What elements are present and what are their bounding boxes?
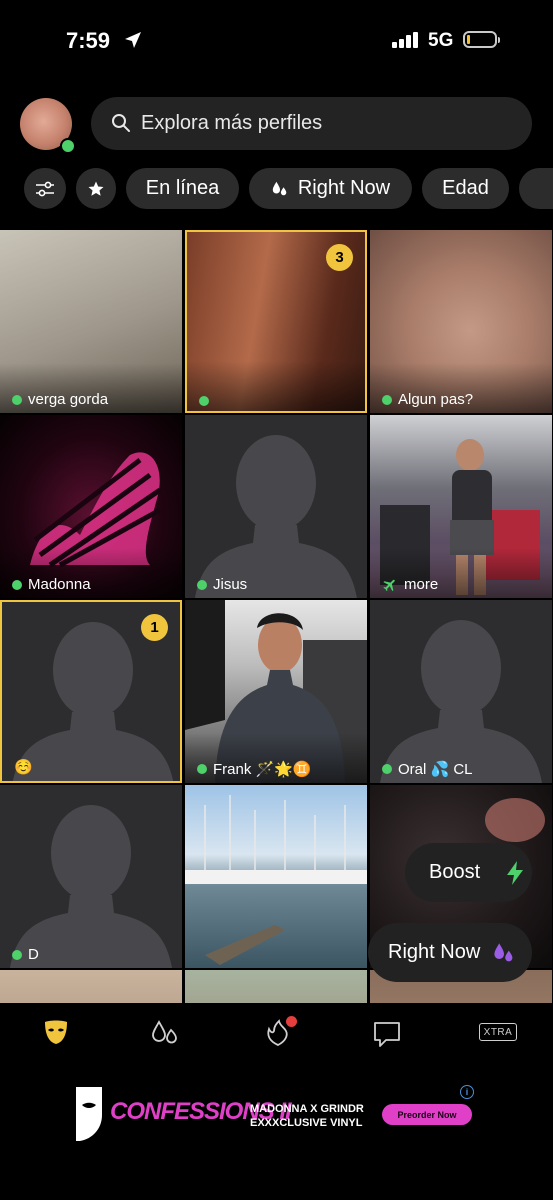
ad-cta-label: Preorder Now: [397, 1109, 457, 1120]
profile-label: [199, 396, 215, 406]
profile-name: Algun pas?: [398, 391, 474, 408]
online-indicator: [12, 949, 22, 960]
online-indicator: [199, 396, 209, 406]
profile-label: Jisus: [197, 576, 247, 593]
profile-photo: [185, 795, 367, 965]
profile-tile[interactable]: Frank 🪄🌟♊: [185, 600, 367, 783]
placeholder-silhouette-icon: [195, 435, 357, 598]
notification-dot: [286, 1016, 297, 1027]
network-type: 5G: [428, 30, 454, 51]
profile-label: more: [382, 576, 438, 593]
online-indicator: [382, 764, 392, 774]
ad-line1: MADONNA X GRINDR: [250, 1103, 364, 1115]
placeholder-silhouette-icon: [380, 620, 542, 783]
ad-line2: EXXXCLUSIVE VINYL: [250, 1117, 363, 1129]
profile-name: Jisus: [213, 576, 248, 593]
profile-tile[interactable]: [185, 970, 367, 1003]
filter-settings-button[interactable]: [24, 168, 66, 209]
profile-tile[interactable]: Algun pas?: [370, 230, 552, 413]
star-icon: [88, 181, 104, 196]
boost-label: Boost: [429, 861, 481, 883]
profile-tile[interactable]: verga gorda: [0, 230, 182, 413]
profile-tile[interactable]: D: [0, 785, 182, 968]
profile-label: Oral 💦 CL: [382, 760, 473, 778]
profile-tile[interactable]: Jisus: [185, 415, 367, 598]
online-indicator: [197, 579, 207, 590]
chat-icon[interactable]: [372, 1020, 402, 1048]
droplets-icon: [494, 942, 513, 961]
plane-icon: [383, 579, 395, 591]
profile-label: ☺️: [14, 758, 33, 776]
ad-preorder-button[interactable]: Preorder Now: [382, 1104, 472, 1125]
status-time: 7:59: [66, 28, 111, 53]
profile-name: Madonna: [28, 576, 91, 593]
location-arrow-icon: [125, 32, 141, 48]
ad-logo-mask-icon: [76, 1087, 102, 1141]
profile-name: Oral 💦 CL: [398, 761, 473, 778]
profile-tile[interactable]: more: [370, 415, 552, 598]
online-indicator: [382, 394, 392, 405]
unread-badge: 3: [326, 244, 353, 271]
search-placeholder: Explora más perfiles: [141, 112, 323, 134]
right-now-tab-icon[interactable]: [150, 1019, 180, 1047]
profile-tile[interactable]: 3: [185, 230, 367, 413]
right-now-label: Right Now: [388, 941, 481, 963]
profile-name: Frank 🪄🌟♊: [213, 761, 312, 778]
ad-banner[interactable]: CONFESSIONS II MADONNA X GRINDR EXXXCLUS…: [72, 1082, 482, 1148]
favorites-filter-button[interactable]: [76, 168, 116, 209]
grindr-mask-icon[interactable]: [42, 1018, 70, 1046]
online-filter-label: En línea: [145, 177, 220, 199]
profile-tile[interactable]: [0, 970, 182, 1003]
right-now-filter-chip[interactable]: Right Now: [249, 168, 412, 209]
online-status-dot: [60, 138, 76, 154]
profile-name: D: [28, 946, 39, 963]
search-icon: [112, 114, 130, 132]
status-bar: 7:59 5G: [0, 0, 553, 80]
online-indicator: [12, 394, 22, 405]
xtra-tab[interactable]: XTRA: [479, 1023, 517, 1041]
profile-tile[interactable]: Madonna: [0, 415, 182, 598]
profile-label: Frank 🪄🌟♊: [197, 760, 312, 778]
right-now-filter-label: Right Now: [297, 177, 391, 199]
lightning-icon: [507, 860, 524, 885]
age-filter-label: Edad: [442, 177, 489, 199]
profile-name: verga gorda: [28, 391, 109, 408]
sliders-icon: [36, 181, 54, 196]
profile-label: Madonna: [12, 576, 91, 593]
online-indicator: [197, 764, 207, 774]
unread-badge: 1: [141, 614, 168, 641]
age-filter-chip[interactable]: Edad: [422, 168, 509, 209]
signal-icon: [392, 32, 418, 48]
more-filter-chip[interactable]: [519, 168, 553, 209]
online-filter-chip[interactable]: En línea: [126, 168, 239, 209]
right-now-button[interactable]: Right Now: [368, 923, 532, 982]
profile-label: verga gorda: [12, 391, 108, 408]
battery-icon: [463, 31, 500, 48]
profile-label: D: [12, 946, 39, 963]
profile-tile[interactable]: [185, 785, 367, 968]
droplets-icon: [272, 181, 287, 195]
profile-name: ☺️: [14, 759, 33, 776]
profile-label: Algun pas?: [382, 391, 473, 408]
ad-info-icon[interactable]: i: [460, 1085, 474, 1099]
placeholder-silhouette-icon: [10, 805, 172, 968]
online-indicator: [12, 579, 22, 590]
profile-tile[interactable]: 1 ☺️: [0, 600, 182, 783]
xtra-label: XTRA: [483, 1026, 513, 1038]
profile-name: more: [404, 576, 439, 593]
profile-tile[interactable]: Oral 💦 CL: [370, 600, 552, 783]
boost-button[interactable]: Boost: [405, 843, 532, 902]
